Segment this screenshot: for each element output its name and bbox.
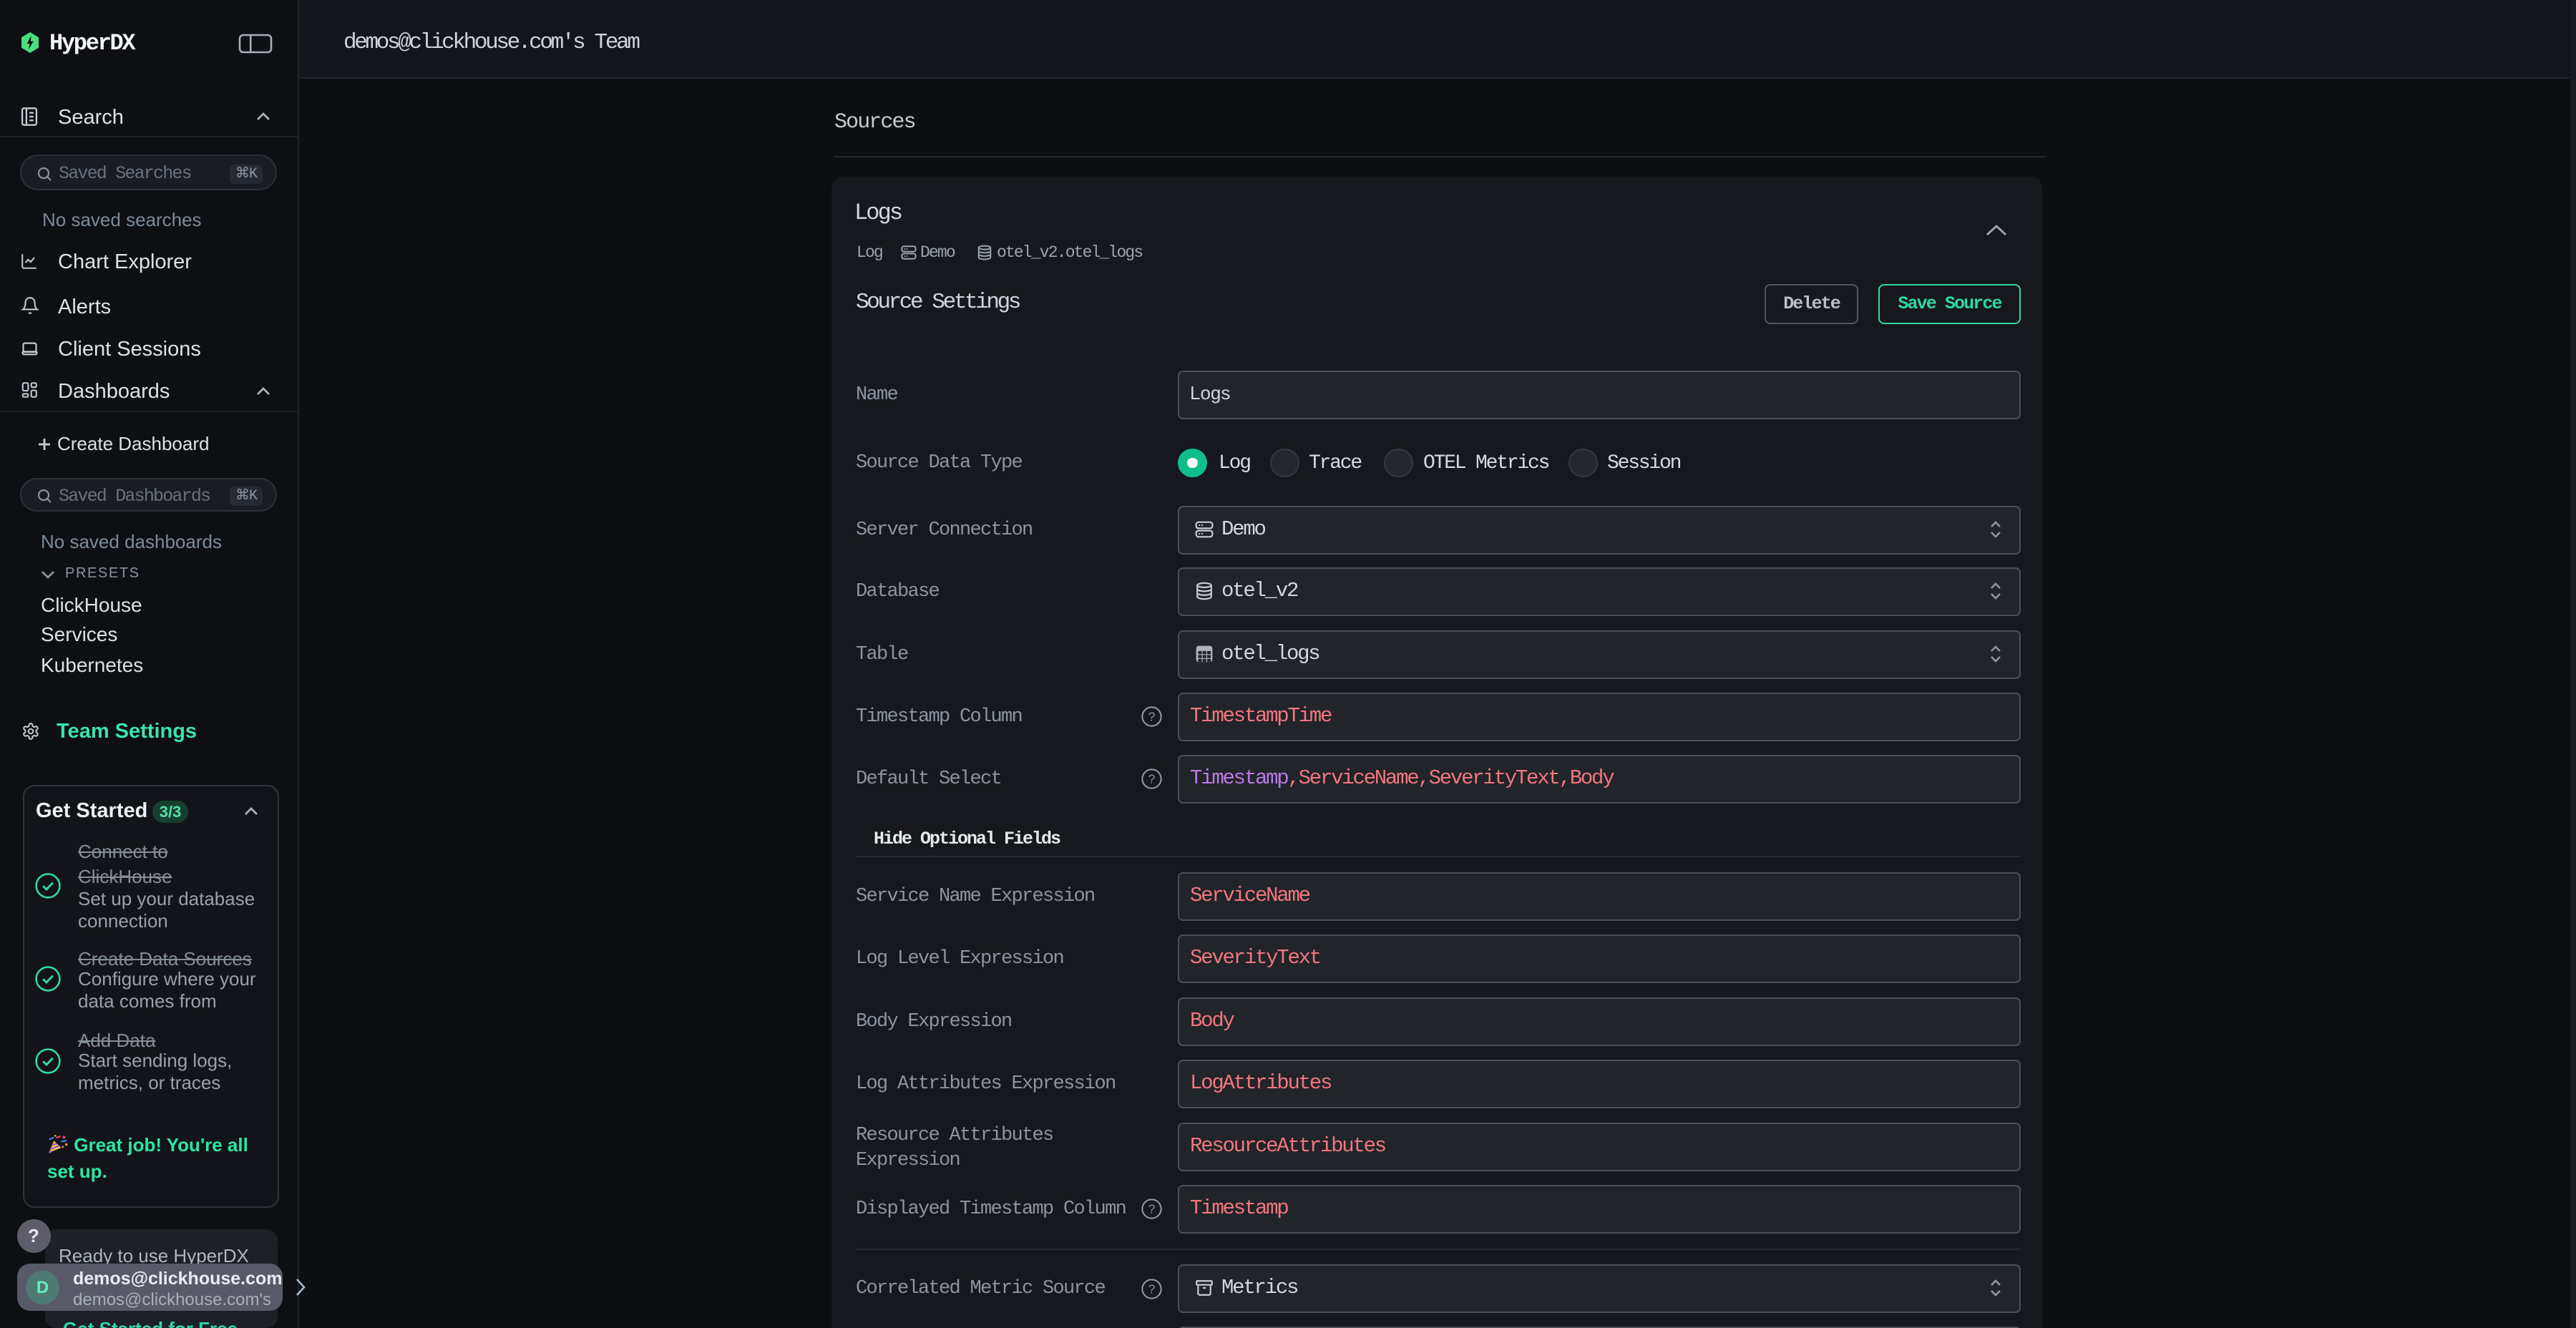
svg-text:?: ? <box>1148 771 1155 786</box>
svg-text:?: ? <box>1148 710 1155 724</box>
svg-text:?: ? <box>1148 1281 1155 1296</box>
svg-text:?: ? <box>1148 1201 1155 1216</box>
